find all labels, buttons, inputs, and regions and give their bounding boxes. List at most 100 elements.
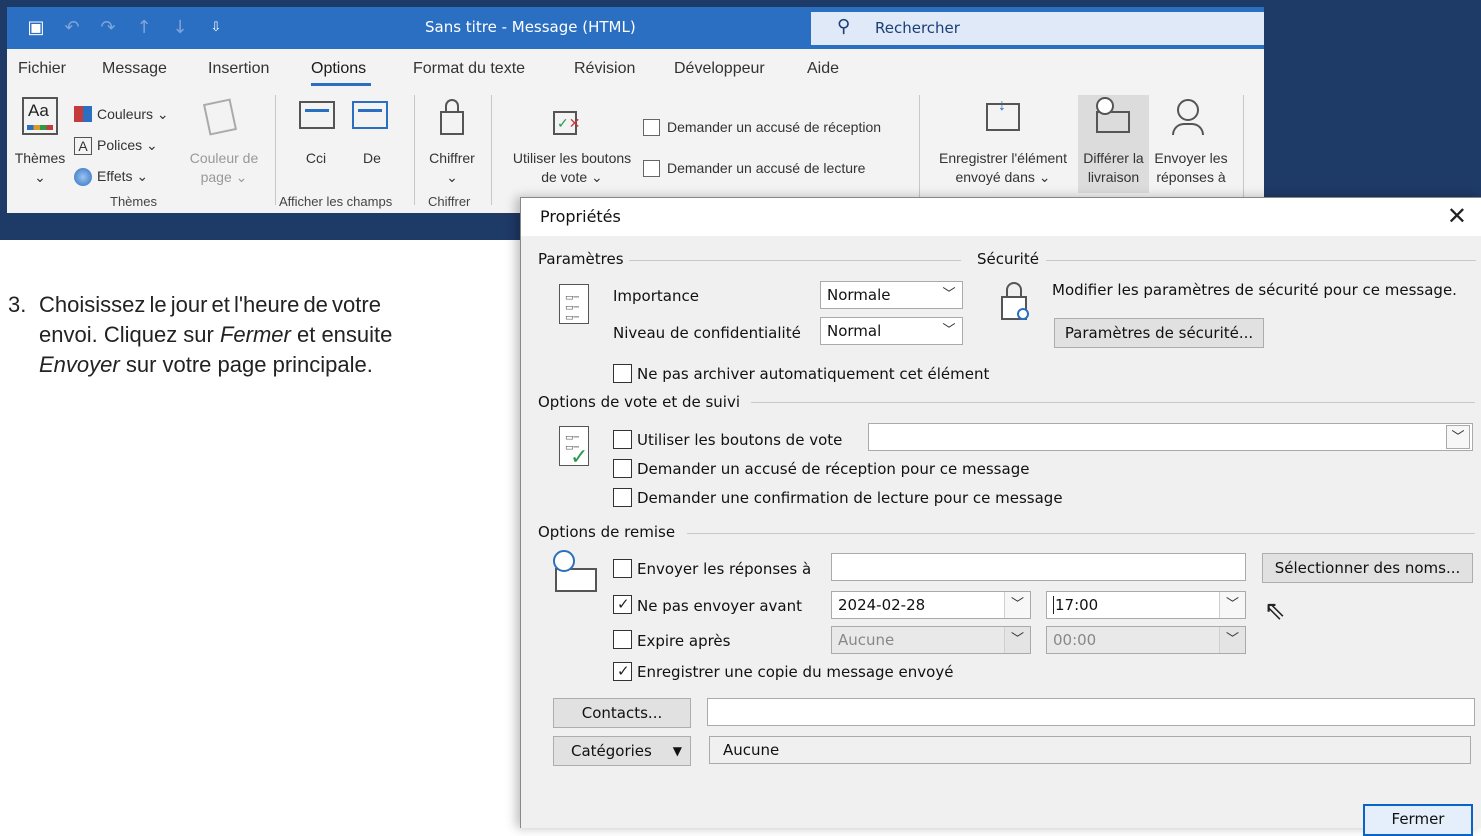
undo-icon[interactable]: ↶ xyxy=(61,17,83,39)
de-button[interactable]: De xyxy=(359,149,385,168)
tab-developpeur[interactable]: Développeur xyxy=(674,60,765,78)
effects-button[interactable]: Effets ⌄ xyxy=(97,167,148,186)
chevron-down-icon: ﹀ xyxy=(1446,425,1470,449)
voting-header: Options de vote et de suivi xyxy=(538,393,741,411)
chevron-down-icon: ﹀ xyxy=(936,282,962,308)
delivery-tray-icon xyxy=(553,550,597,592)
sensitivity-select[interactable]: Normal ﹀ xyxy=(820,317,963,345)
list-icon: ▭─ ▭─ ▭─ xyxy=(559,284,589,324)
fonts-button[interactable]: Polices ⌄ xyxy=(97,136,158,155)
defer-date-select[interactable]: 2024-02-28 ﹀ xyxy=(831,591,1031,619)
chevron-down-icon: ﹀ xyxy=(1219,592,1245,618)
chevron-down-icon: ﹀ xyxy=(1004,592,1030,618)
quick-access-toolbar: ▣ ↶ ↷ ↑ ↓ ⇩ xyxy=(25,17,227,39)
dialog-title: Propriétés xyxy=(540,207,621,226)
save-sent-button[interactable]: Enregistrer l'élément envoyé dans ⌄ xyxy=(931,149,1075,187)
fonts-icon: A xyxy=(74,137,92,155)
divider xyxy=(629,260,961,261)
request-receipt-label: Demander un accusé de réception xyxy=(667,119,882,135)
use-voting-checkbox[interactable] xyxy=(613,430,632,449)
close-icon[interactable]: ✕ xyxy=(1447,202,1467,230)
outlook-window: ▣ ↶ ↷ ↑ ↓ ⇩ Sans titre - Message (HTML) … xyxy=(7,7,1264,213)
tab-revision[interactable]: Révision xyxy=(574,60,635,78)
cci-button[interactable]: Cci xyxy=(301,149,331,168)
save-icon[interactable]: ▣ xyxy=(25,17,47,39)
reply-to-checkbox[interactable] xyxy=(613,559,632,578)
read-receipt-checkbox[interactable] xyxy=(613,488,632,507)
save-copy-checkbox[interactable]: ✓ xyxy=(613,662,632,681)
step-number: 3. xyxy=(8,292,27,317)
themes-button[interactable]: Thèmes ⌄ xyxy=(11,149,69,187)
request-receipt-checkbox[interactable] xyxy=(643,119,660,136)
divider xyxy=(1046,260,1476,261)
reply-to-field[interactable] xyxy=(831,553,1246,581)
ribbon-tabs: Fichier Message Insertion Options Format… xyxy=(7,49,1264,89)
encrypt-button[interactable]: Chiffrer ⌄ xyxy=(421,149,483,187)
security-settings-button[interactable]: Paramètres de sécurité... xyxy=(1054,318,1264,348)
save-copy-label: Enregistrer une copie du message envoyé xyxy=(637,663,954,681)
page-color-icon xyxy=(202,98,238,136)
instruction-line-2: envoi. Cliquez sur Fermer et ensuite xyxy=(39,322,393,347)
direct-replies-button[interactable]: Envoyer les réponses à xyxy=(1151,149,1231,187)
delivery-receipt-label: Demander un accusé de réception pour ce … xyxy=(637,460,1030,478)
window-title: Sans titre - Message (HTML) xyxy=(425,18,636,36)
instruction-line-3: Envoyer sur votre page principale. xyxy=(39,352,373,377)
down-arrow-icon[interactable]: ↓ xyxy=(169,17,191,39)
categories-field: Aucune xyxy=(709,736,1471,764)
voting-options-select[interactable]: ﹀ xyxy=(868,423,1473,451)
expire-time-select: 00:00 ﹀ xyxy=(1046,626,1246,654)
redo-icon[interactable]: ↷ xyxy=(97,17,119,39)
customize-qat-icon[interactable]: ⇩ xyxy=(205,17,227,39)
voting-buttons-button[interactable]: Utiliser les boutons de vote ⌄ xyxy=(504,149,640,187)
categories-button[interactable]: Catégories ▼ xyxy=(553,736,691,766)
tab-aide[interactable]: Aide xyxy=(807,60,839,78)
reply-to-label: Envoyer les réponses à xyxy=(637,560,812,578)
search-icon: ⚲ xyxy=(837,16,851,37)
title-bar: ▣ ↶ ↷ ↑ ↓ ⇩ Sans titre - Message (HTML) … xyxy=(7,7,1264,49)
active-tab-indicator xyxy=(311,83,371,86)
page-color-button: Couleur de page ⌄ xyxy=(189,150,259,185)
delivery-header: Options de remise xyxy=(538,523,676,541)
expire-checkbox[interactable] xyxy=(613,630,632,649)
search-label: Rechercher xyxy=(875,19,960,37)
group-themes-label: Thèmes xyxy=(110,194,157,209)
colors-button[interactable]: Couleurs ⌄ xyxy=(97,105,169,124)
request-read-checkbox[interactable] xyxy=(643,160,660,177)
defer-time-select[interactable]: 17:00 ﹀ xyxy=(1046,591,1246,619)
defer-delivery-checkbox[interactable]: ✓ xyxy=(613,595,632,614)
dialog-title-bar: Propriétés ✕ xyxy=(521,198,1481,236)
tab-format-du-texte[interactable]: Format du texte xyxy=(413,60,525,78)
divider xyxy=(751,402,1475,403)
voting-list-icon: ▭─ ▭─ ✓ xyxy=(559,426,589,470)
ribbon-options: Aa Thèmes ⌄ Couleurs ⌄ A Polices ⌄ Effets… xyxy=(7,89,1264,213)
read-receipt-label: Demander une confirmation de lecture pou… xyxy=(637,489,1063,507)
no-archive-checkbox[interactable] xyxy=(613,364,632,383)
contacts-field[interactable] xyxy=(707,698,1475,726)
save-sent-icon: ↓ xyxy=(986,97,1020,131)
importance-select[interactable]: Normale ﹀ xyxy=(820,281,963,309)
group-encrypt-label: Chiffrer xyxy=(428,194,471,209)
delivery-receipt-checkbox[interactable] xyxy=(613,459,632,478)
security-lock-icon xyxy=(1001,282,1029,320)
expire-label: Expire après xyxy=(637,632,731,650)
sensitivity-label: Niveau de confidentialité xyxy=(613,324,801,342)
search-box[interactable]: ⚲ Rechercher xyxy=(811,12,1264,45)
select-names-button[interactable]: Sélectionner des noms... xyxy=(1262,553,1473,583)
delay-delivery-icon xyxy=(1096,97,1130,133)
mouse-cursor-icon: ⇖ xyxy=(1264,596,1286,626)
group-fields-label: Afficher les champs xyxy=(279,194,393,209)
no-archive-label: Ne pas archiver automatiquement cet élém… xyxy=(637,365,990,383)
tab-options[interactable]: Options xyxy=(311,60,366,78)
close-button[interactable]: Fermer xyxy=(1363,804,1473,836)
delay-delivery-button[interactable]: Différer la livraison xyxy=(1078,149,1149,187)
effects-icon xyxy=(74,168,92,186)
tab-insertion[interactable]: Insertion xyxy=(208,60,269,78)
expire-date-select: Aucune ﹀ xyxy=(831,626,1031,654)
tab-fichier[interactable]: Fichier xyxy=(18,60,66,78)
direct-replies-icon xyxy=(1177,99,1199,121)
chevron-down-icon: ﹀ xyxy=(1004,627,1030,653)
up-arrow-icon[interactable]: ↑ xyxy=(133,17,155,39)
contacts-button[interactable]: Contacts... xyxy=(553,698,691,728)
chevron-down-icon: ﹀ xyxy=(936,318,962,344)
tab-message[interactable]: Message xyxy=(102,60,167,78)
